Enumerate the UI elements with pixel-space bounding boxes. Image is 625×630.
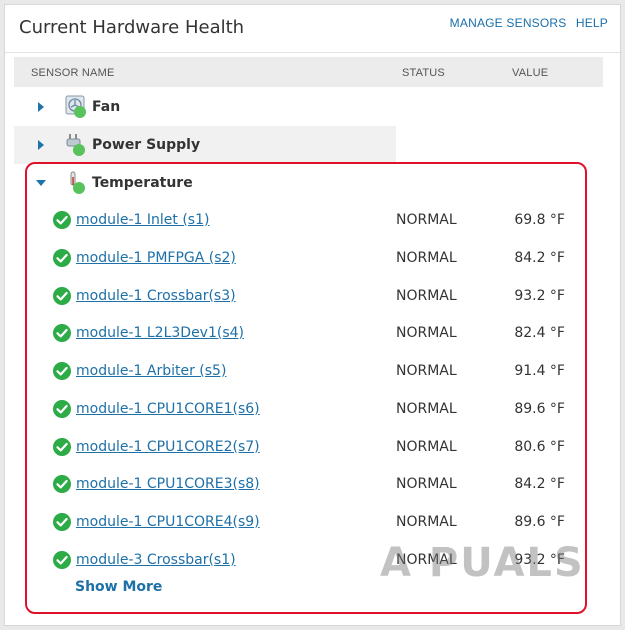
group-row-temperature[interactable]: Temperature [14,164,396,202]
status-ok-icon [53,362,71,380]
sensor-status: NORMAL [396,325,457,341]
sensor-name-link[interactable]: module-1 CPU1CORE4(s9) [76,514,260,530]
column-status: STATUS [402,67,445,79]
sensor-status: NORMAL [396,212,457,228]
table-row: module-1 CPU1CORE3(s8) NORMAL 84.2 °F [14,465,603,503]
table-row: module-1 CPU1CORE2(s7) NORMAL 80.6 °F [14,428,603,466]
power-supply-icon [64,133,88,157]
help-link[interactable]: HELP [576,16,608,30]
status-ok-icon [53,551,71,569]
sensor-status: NORMAL [396,363,457,379]
sensor-name-link[interactable]: module-1 Inlet (s1) [76,212,209,228]
status-ok-icon [53,249,71,267]
status-ok-icon [53,438,71,456]
table-row: module-1 Inlet (s1) NORMAL 69.8 °F [14,201,603,239]
sensor-name-link[interactable]: module-3 Crossbar(s1) [76,552,236,568]
sensor-status: NORMAL [396,401,457,417]
sensor-value: 82.4 °F [514,325,565,341]
sensor-value: 84.2 °F [514,476,565,492]
sensor-value: 69.8 °F [514,212,565,228]
watermark-logo: A PUALS [380,540,585,586]
sensor-value: 93.2 °F [514,288,565,304]
group-label-power-supply: Power Supply [92,137,201,153]
status-ok-icon [53,324,71,342]
sensor-name-link[interactable]: module-1 CPU1CORE2(s7) [76,439,260,455]
sensor-name-link[interactable]: module-1 CPU1CORE3(s8) [76,476,260,492]
status-ok-icon [53,400,71,418]
status-ok-icon [53,513,71,531]
column-value: VALUE [512,67,549,79]
table-row: module-1 CPU1CORE4(s9) NORMAL 89.6 °F [14,503,603,541]
sensor-value: 84.2 °F [514,250,565,266]
table-row: module-1 CPU1CORE1(s6) NORMAL 89.6 °F [14,390,603,428]
table-row: module-1 L2L3Dev1(s4) NORMAL 82.4 °F [14,314,603,352]
sensor-name-link[interactable]: module-1 CPU1CORE1(s6) [76,401,260,417]
collapse-caret-icon[interactable] [36,180,46,186]
sensor-name-link[interactable]: module-1 Arbiter (s5) [76,363,226,379]
panel-header: Current Hardware Health MANAGE SENSORS H… [5,5,620,53]
group-row-fan[interactable]: Fan [14,88,396,126]
page-title: Current Hardware Health [19,17,245,38]
sensor-status: NORMAL [396,514,457,530]
column-sensor-name: SENSOR NAME [31,67,115,79]
sensor-status: NORMAL [396,250,457,266]
sensor-value: 89.6 °F [514,514,565,530]
sensor-value: 91.4 °F [514,363,565,379]
expand-caret-icon[interactable] [38,140,44,150]
table-row: module-1 Arbiter (s5) NORMAL 91.4 °F [14,352,603,390]
sensor-status: NORMAL [396,288,457,304]
table-row: module-1 Crossbar(s3) NORMAL 93.2 °F [14,277,603,315]
sensor-status: NORMAL [396,476,457,492]
sensor-name-link[interactable]: module-1 Crossbar(s3) [76,288,236,304]
status-ok-icon [53,287,71,305]
expand-caret-icon[interactable] [38,102,44,112]
manage-sensors-link[interactable]: MANAGE SENSORS [450,16,567,30]
show-more-link[interactable]: Show More [75,579,162,595]
group-label-fan: Fan [92,99,121,115]
sensor-name-link[interactable]: module-1 PMFPGA (s2) [76,250,236,266]
thermometer-icon [64,171,88,195]
status-ok-icon [53,211,71,229]
sensor-status: NORMAL [396,439,457,455]
table-column-header: SENSOR NAME STATUS VALUE [14,57,603,87]
sensor-value: 89.6 °F [514,401,565,417]
group-row-power-supply[interactable]: Power Supply [14,126,396,164]
sensor-value: 80.6 °F [514,439,565,455]
header-links: MANAGE SENSORS HELP [444,16,608,30]
group-label-temperature: Temperature [92,175,193,191]
table-row: module-1 PMFPGA (s2) NORMAL 84.2 °F [14,239,603,277]
sensor-name-link[interactable]: module-1 L2L3Dev1(s4) [76,325,244,341]
status-ok-icon [53,475,71,493]
fan-icon [64,95,88,119]
